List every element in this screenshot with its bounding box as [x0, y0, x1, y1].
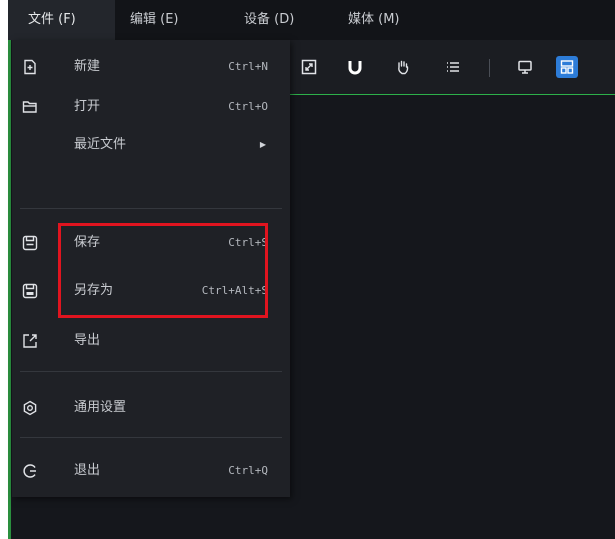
menu-item-general-settings[interactable]: 通用设置: [12, 391, 290, 425]
menu-item-open[interactable]: 打开 Ctrl+O: [12, 90, 290, 124]
highlight-annotation-box: [58, 223, 268, 318]
exit-icon: [22, 463, 38, 479]
new-file-icon: [22, 59, 38, 75]
menu-tab-media[interactable]: 媒体 (M): [348, 0, 400, 40]
menu-item-label: 新建: [74, 59, 101, 74]
menu-item-shortcut: Ctrl+Q: [228, 464, 268, 477]
settings-icon: [22, 400, 38, 416]
list-icon[interactable]: [442, 56, 464, 78]
menu-separator: [20, 437, 282, 438]
folder-open-icon: [22, 99, 38, 115]
menu-item-shortcut: Ctrl+O: [228, 100, 268, 113]
menu-separator: [20, 371, 282, 372]
menu-item-label: 退出: [74, 463, 101, 478]
submenu-arrow-icon: ▶: [259, 140, 266, 149]
left-edge-accent: [8, 36, 11, 539]
save-icon: [22, 235, 38, 251]
layout-icon[interactable]: [556, 56, 578, 78]
toolbar: [290, 40, 615, 95]
export-icon: [22, 333, 38, 349]
menu-item-label: 打开: [74, 99, 101, 114]
menu-item-label: 导出: [74, 333, 101, 348]
menu-item-recent-files[interactable]: 最近文件 ▶: [12, 128, 290, 162]
fit-view-icon[interactable]: [298, 56, 320, 78]
menu-item-label: 最近文件: [74, 137, 127, 152]
menu-item-exit[interactable]: 退出 Ctrl+Q: [12, 454, 290, 488]
toolbar-separator: [489, 59, 490, 77]
menu-item-new[interactable]: 新建 Ctrl+N: [12, 50, 290, 84]
menu-item-shortcut: Ctrl+N: [228, 60, 268, 73]
magnet-icon[interactable]: [344, 56, 366, 78]
save-as-icon: [22, 283, 38, 299]
menu-tab-edit[interactable]: 编辑 (E): [130, 0, 179, 40]
menu-bar: 文件 (F) 编辑 (E) 设备 (D) 媒体 (M): [8, 0, 615, 40]
menu-item-export[interactable]: 导出: [12, 324, 290, 358]
hand-icon[interactable]: [392, 56, 414, 78]
monitor-icon[interactable]: [514, 56, 536, 78]
menu-item-label: 通用设置: [74, 400, 127, 415]
menu-tab-file[interactable]: 文件 (F): [8, 0, 115, 40]
menu-tab-device[interactable]: 设备 (D): [244, 0, 294, 40]
menu-separator: [20, 208, 282, 209]
